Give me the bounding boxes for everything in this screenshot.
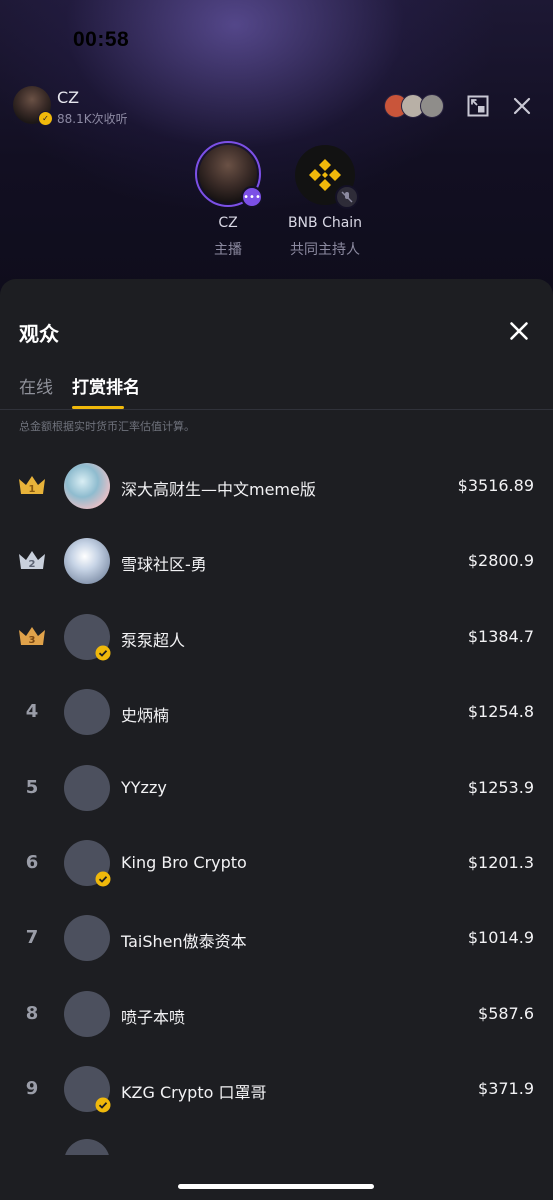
svg-text:1: 1 (29, 484, 36, 495)
close-icon[interactable] (507, 319, 531, 343)
avatar (64, 538, 110, 585)
crown-icon: 1 (19, 476, 45, 495)
user-name: 泵泵超人 (121, 630, 186, 650)
mic-off-icon (335, 185, 359, 209)
list-item[interactable]: 4 史炳楠 $1254.8 (0, 675, 553, 750)
list-item[interactable]: 7 TaiShen傲泰资本 $1014.9 (0, 901, 553, 976)
speaker-avatar: ••• (195, 141, 263, 208)
tip-amount: $1254.8 (467, 702, 534, 722)
status-time: 00:58 (73, 28, 130, 51)
bnb-logo-icon (295, 145, 359, 209)
tip-amount: $1201.3 (467, 852, 534, 872)
avatar (64, 689, 110, 736)
avatar (64, 915, 110, 962)
user-name: 喷子本喷 (121, 1007, 186, 1027)
avatar (64, 463, 110, 509)
user-name: YYzzy (121, 777, 167, 797)
tab-online[interactable]: 在线 (19, 373, 53, 398)
list-item[interactable]: 6 King Bro Crypto $1201.3 (0, 826, 553, 901)
space-header: 00:58 ✓ CZ 88.1K次收听 ••• CZ 主播 BNB Chain … (0, 0, 553, 290)
sheet-title: 观众 (19, 322, 59, 346)
rank-number: 7 (25, 927, 39, 949)
tip-amount: $1253.9 (467, 777, 534, 797)
crown-icon: 2 (19, 551, 45, 570)
listen-count: 88.1K次收听 (57, 112, 128, 126)
tip-amount: $587.6 (478, 1003, 534, 1023)
svg-text:3: 3 (29, 635, 36, 646)
list-item[interactable]: 2 雪球社区-勇 $2800.9 (0, 524, 553, 599)
user-name: 雪球社区-勇 (121, 555, 207, 575)
tip-amount: $371.9 (478, 1079, 534, 1099)
user-name: TaiShen傲泰资本 (121, 932, 247, 952)
speaker-name: BNB Chain (287, 215, 363, 231)
rank-number: 8 (25, 1002, 39, 1024)
speaker-host[interactable]: ••• CZ 主播 (193, 141, 263, 259)
currency-note: 总金额根据实时货币汇率估值计算。 (19, 420, 195, 433)
speaker-name: CZ (218, 215, 238, 231)
tip-amount: $1014.9 (467, 928, 534, 948)
listener-avatars[interactable] (384, 94, 446, 118)
tab-tip-ranking[interactable]: 打赏排名 (72, 373, 140, 398)
speaker-role: 主播 (214, 242, 242, 258)
user-name: 史炳楠 (121, 706, 170, 726)
picture-in-picture-icon[interactable] (466, 94, 490, 118)
list-item[interactable]: 9 KZG Crypto 口罩哥 $371.9 (0, 1052, 553, 1127)
rank-number: 5 (25, 776, 39, 798)
rank-number: 4 (25, 701, 39, 723)
user-name: 深大高财生—中文meme版 (121, 480, 316, 499)
list-item[interactable]: 8 喷子本喷 $587.6 (0, 977, 553, 1052)
verified-badge-icon: ✓ (38, 111, 53, 126)
user-name: KZG Crypto 口罩哥 (121, 1083, 267, 1103)
home-indicator[interactable] (178, 1184, 374, 1189)
list-item[interactable]: 5 YYzzy $1253.9 (0, 751, 553, 826)
speaker-role: 共同主持人 (290, 242, 360, 258)
host-name: CZ (57, 88, 80, 107)
tip-amount: $1384.7 (467, 626, 534, 646)
host-avatar[interactable]: ✓ (13, 86, 53, 126)
avatar (64, 990, 110, 1037)
list-cutoff (0, 1155, 553, 1200)
user-name: King Bro Crypto (121, 852, 247, 872)
audience-sheet: 观众 在线 打赏排名 总金额根据实时货币汇率估值计算。 1 深大高财生—中文me… (0, 279, 553, 1200)
verified-badge-icon (95, 871, 111, 887)
rank-number: 9 (25, 1078, 39, 1100)
list-item[interactable]: 1 深大高财生—中文meme版 $3516.89 (0, 449, 553, 524)
more-icon[interactable]: ••• (241, 186, 263, 208)
verified-badge-icon (95, 1097, 111, 1113)
tip-amount: $2800.9 (467, 551, 534, 571)
ranking-list: 1 深大高财生—中文meme版 $3516.89 2 雪球社区-勇 $2800.… (0, 449, 553, 1128)
avatar (64, 764, 110, 811)
list-item[interactable]: 3 泵泵超人 $1384.7 (0, 600, 553, 675)
divider (0, 409, 553, 410)
crown-icon: 3 (19, 626, 45, 646)
close-space-icon[interactable] (510, 94, 534, 118)
tip-amount: $3516.89 (457, 476, 534, 495)
listener-avatar (420, 94, 444, 118)
verified-badge-icon (95, 645, 111, 661)
speaker-cohost[interactable]: BNB Chain 共同主持人 (275, 145, 375, 259)
svg-text:2: 2 (29, 559, 36, 570)
rank-number: 6 (25, 851, 39, 873)
